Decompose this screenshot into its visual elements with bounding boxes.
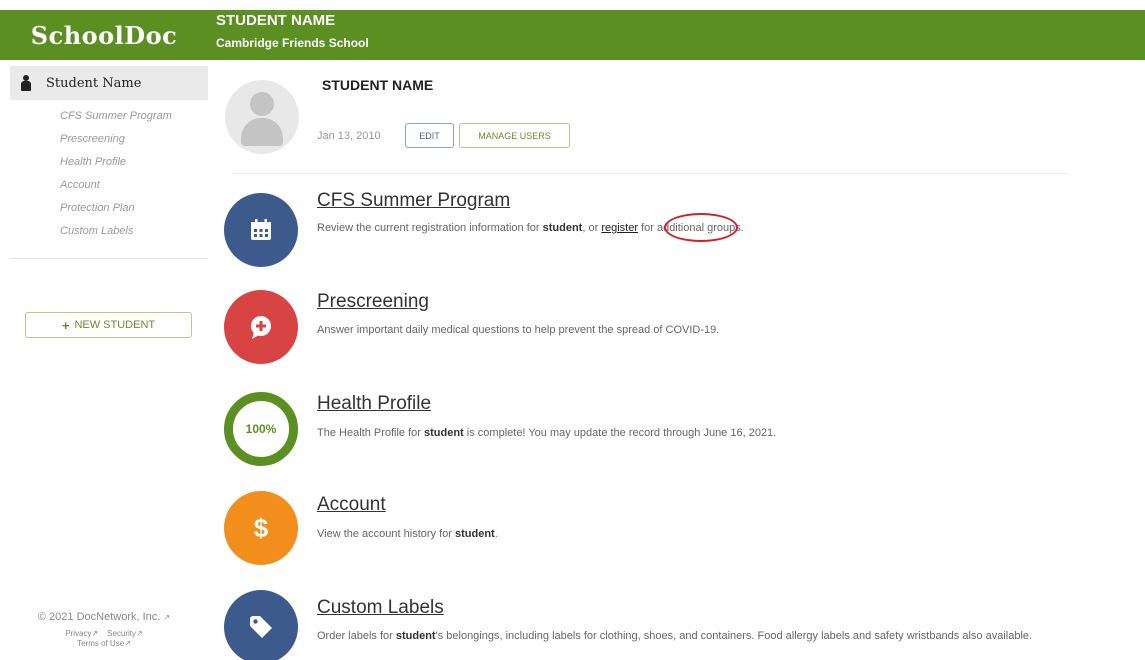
health-profile-badge[interactable]: 100% bbox=[224, 392, 298, 466]
top-bar: SchoolDoc STUDENT NAME Cambridge Friends… bbox=[0, 0, 1145, 60]
avatar bbox=[225, 80, 299, 154]
chat-plus-icon bbox=[251, 316, 271, 339]
external-link-icon: ↗ bbox=[91, 629, 99, 638]
external-link-icon: ↗ bbox=[136, 629, 143, 638]
plus-icon: + bbox=[61, 317, 70, 333]
privacy-link[interactable]: Privacy bbox=[65, 629, 91, 638]
custom-labels-title[interactable]: Custom Labels bbox=[317, 597, 444, 619]
footer-links: Privacy↗ Security↗ Terms of Use↗ bbox=[0, 629, 208, 649]
prescreening-title[interactable]: Prescreening bbox=[317, 291, 429, 313]
account-desc: View the account history for student. bbox=[317, 528, 498, 540]
dollar-icon: $ bbox=[253, 512, 269, 543]
manage-users-button[interactable]: MANAGE USERS bbox=[459, 123, 570, 148]
summer-program-title[interactable]: CFS Summer Program bbox=[317, 190, 510, 212]
sidebar-item-health-profile[interactable]: Health Profile bbox=[60, 153, 172, 176]
tag-icon bbox=[250, 616, 272, 638]
header-student-name: STUDENT NAME bbox=[216, 12, 336, 29]
account-title[interactable]: Account bbox=[317, 494, 386, 516]
sidebar-item-custom-labels[interactable]: Custom Labels bbox=[60, 222, 172, 245]
footer-copyright[interactable]: © 2021 DocNetwork, Inc. ↗ bbox=[0, 611, 208, 623]
sidebar-item-student-label: Student Name bbox=[46, 75, 142, 91]
calendar-icon bbox=[251, 219, 271, 240]
external-link-icon: ↗ bbox=[124, 639, 131, 648]
prescreening-badge[interactable] bbox=[224, 290, 298, 364]
content-divider bbox=[232, 173, 1068, 174]
annotation-circle bbox=[664, 213, 738, 242]
brand-logo[interactable]: SchoolDoc bbox=[0, 10, 208, 60]
sidebar-item-student[interactable]: Student Name bbox=[10, 66, 208, 100]
student-name-heading: STUDENT NAME bbox=[322, 77, 434, 93]
copyright-text: © 2021 DocNetwork, Inc. bbox=[37, 611, 161, 623]
sidebar-item-protection-plan[interactable]: Protection Plan bbox=[60, 199, 172, 222]
security-link[interactable]: Security bbox=[107, 629, 136, 638]
prescreening-desc: Answer important daily medical questions… bbox=[317, 324, 720, 336]
edit-button[interactable]: EDIT bbox=[405, 123, 454, 148]
student-date: Jan 13, 2010 bbox=[317, 130, 381, 142]
sidebar-divider bbox=[10, 258, 208, 259]
new-student-label: NEW STUDENT bbox=[74, 319, 156, 331]
sidebar-item-account[interactable]: Account bbox=[60, 176, 172, 199]
summer-program-badge[interactable] bbox=[224, 193, 298, 267]
sidebar-item-summer-program[interactable]: CFS Summer Program bbox=[60, 107, 172, 130]
health-profile-title[interactable]: Health Profile bbox=[317, 393, 431, 415]
account-badge[interactable]: $ bbox=[224, 491, 298, 565]
person-icon bbox=[20, 75, 32, 91]
custom-labels-desc: Order labels for student's belongings, i… bbox=[317, 630, 1033, 642]
custom-labels-badge[interactable] bbox=[224, 590, 298, 660]
new-student-button[interactable]: + NEW STUDENT bbox=[25, 312, 192, 338]
header-school-name: Cambridge Friends School bbox=[216, 36, 369, 50]
terms-link[interactable]: Terms of Use bbox=[77, 639, 124, 648]
sidebar-item-prescreening[interactable]: Prescreening bbox=[60, 130, 172, 153]
register-link[interactable]: register bbox=[601, 222, 638, 234]
brand-name: SchoolDoc bbox=[30, 20, 178, 50]
sidebar: Student Name CFS Summer Program Prescree… bbox=[0, 60, 208, 660]
sidebar-nav: CFS Summer Program Prescreening Health P… bbox=[60, 107, 172, 245]
health-profile-percent: 100% bbox=[245, 422, 277, 436]
external-link-icon: ↗ bbox=[163, 613, 171, 622]
health-profile-desc: The Health Profile for student is comple… bbox=[317, 427, 777, 439]
